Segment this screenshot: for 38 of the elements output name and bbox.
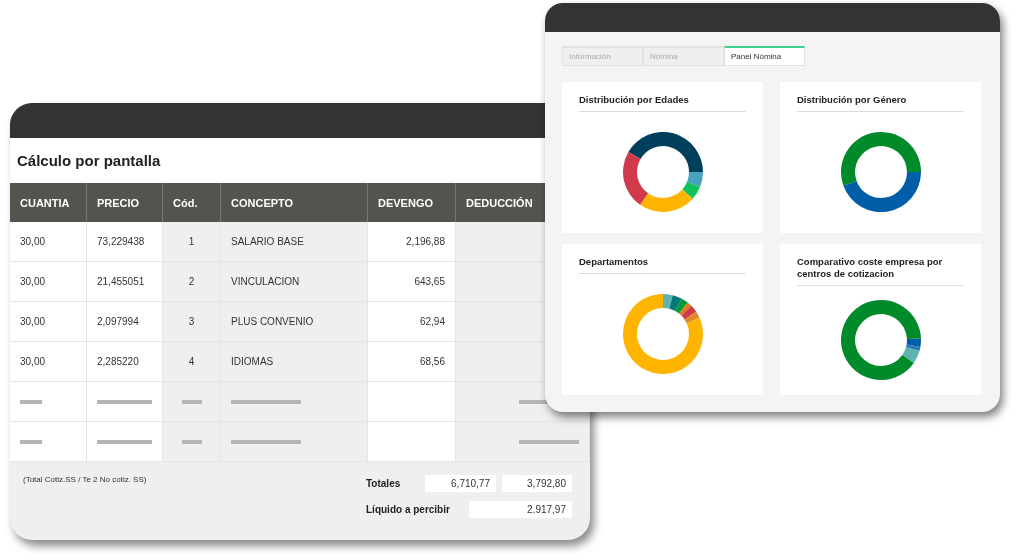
- column-header: PRECIO: [87, 183, 163, 222]
- table-cell: 2,097994: [87, 302, 163, 342]
- table-cell: PLUS CONVENIO: [221, 302, 368, 342]
- table-cell: 2: [163, 262, 221, 302]
- table-cell: 2,196,88: [368, 222, 456, 262]
- net-pay-value: 2.917,97: [469, 501, 572, 518]
- table-cell: 30,00: [10, 222, 87, 262]
- column-header: CUANTIA: [10, 183, 87, 222]
- table-cell: 21,455051: [87, 262, 163, 302]
- column-header: DEVENGO: [368, 183, 456, 222]
- tab[interactable]: Información: [562, 46, 643, 66]
- table-cell: 30,00: [10, 262, 87, 302]
- card-title: Comparativo coste empresa por centros de cotizacion: [797, 256, 964, 286]
- table-cell: 30,00: [10, 302, 87, 342]
- net-pay-label: Líquido a percibir: [366, 504, 450, 515]
- tab[interactable]: Nómina: [643, 46, 724, 66]
- table-cell: 73,229438: [87, 222, 163, 262]
- total-value: 6,710,77: [425, 475, 496, 492]
- tab[interactable]: Panel Nómina: [724, 46, 805, 66]
- table-cell: 62,94: [368, 302, 456, 342]
- table-cell: 4: [163, 342, 221, 382]
- table-cell: 68,56: [368, 342, 456, 382]
- footnote: (Total Cotiz.SS / Te 2 No cotiz. SS): [23, 475, 147, 484]
- table-cell: 643,65: [368, 262, 456, 302]
- card-title: Departamentos: [579, 256, 746, 274]
- totals-label: Totales: [366, 478, 401, 489]
- total-value: 3,792,80: [502, 475, 572, 492]
- table-cell: 1: [163, 222, 221, 262]
- table-cell: IDIOMAS: [221, 342, 368, 382]
- table-cell: 3: [163, 302, 221, 342]
- table-cell: 30,00: [10, 342, 87, 382]
- card-title: Distribución por Edades: [579, 94, 746, 112]
- card-title: Distribución por Género: [797, 94, 964, 112]
- column-header: CONCEPTO: [221, 183, 368, 222]
- table-cell: VINCULACION: [221, 262, 368, 302]
- table-cell: 2,285220: [87, 342, 163, 382]
- column-header: Cód.: [163, 183, 221, 222]
- table-cell: SALARIO BASE: [221, 222, 368, 262]
